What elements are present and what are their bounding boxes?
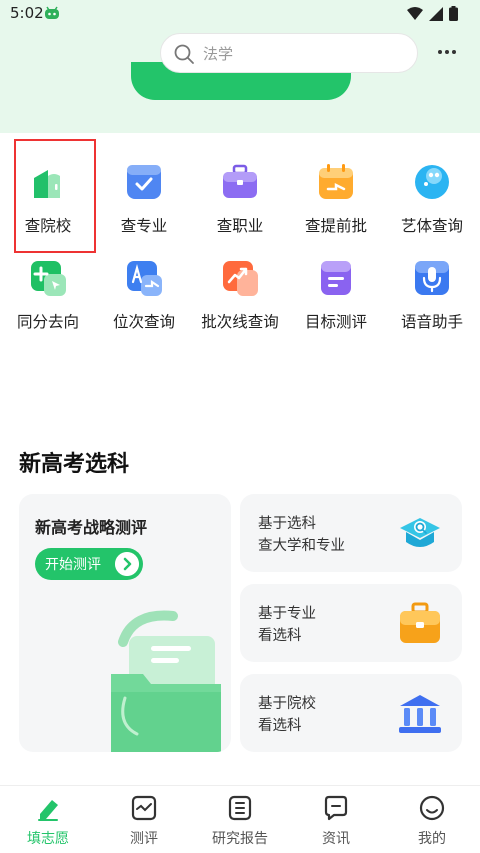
grid-item-same-score[interactable]: 同分去向 [0,248,96,344]
pencil-icon [38,800,58,821]
side-card-line1: 基于院校 [258,696,316,712]
tab-label: 资讯 [322,831,350,847]
side-card-line2: 看选科 [258,628,302,644]
side-card-line1: 基于选科 [258,516,316,532]
microphone-icon [415,261,449,295]
bottom-tab-bar: 填志愿 测评 研究报告 资讯 我的 [0,785,480,853]
section-title: 新高考选科 [19,452,130,477]
message-icon [324,795,348,821]
start-eval-label: 开始测评 [45,557,101,573]
status-bar: 5:02 [0,0,480,28]
grid-label: 目标测评 [304,313,367,331]
side-card-major[interactable]: 基于专业 看选科 [240,584,462,662]
chart-monitor-icon [131,795,157,821]
status-time: 5:02 [10,4,44,22]
side-card-college[interactable]: 基于院校 看选科 [240,674,462,752]
tab-label: 我的 [418,831,446,847]
rank-query-icon [127,261,162,296]
briefcase-icon [400,602,440,643]
tab-label: 测评 [130,831,158,847]
tab-label: 填志愿 [27,831,69,847]
folder-illustration [111,610,221,752]
battery-icon [449,6,458,21]
grid-item-target-eval[interactable]: 目标测评 [288,248,384,344]
side-card-line2: 查大学和专业 [258,538,345,554]
search-placeholder: 法学 [203,45,234,63]
grid-item-rank-query[interactable]: 位次查询 [96,248,192,344]
side-card-subject[interactable]: 基于选科 查大学和专业 [240,494,462,572]
briefcase-icon [223,164,257,198]
status-icons [407,6,458,21]
signal-icon [429,6,443,21]
strategy-card[interactable]: 新高考战略测评 开始测评 [19,494,231,752]
grid-item-art-sports[interactable]: 艺体查询 [384,152,480,248]
android-notification-icon [45,6,59,19]
grid-label: 查专业 [120,217,168,235]
side-card-line1: 基于专业 [258,606,316,622]
grid-label: 同分去向 [16,313,79,331]
grid-item-voice-assistant[interactable]: 语音助手 [384,248,480,344]
grid-label: 艺体查询 [400,217,463,235]
major-icon [127,165,161,199]
grid-label: 查职业 [216,217,264,235]
graduation-search-icon [400,518,440,547]
strategy-card-title: 新高考战略测评 [35,518,148,537]
grid-label: 位次查询 [112,313,175,331]
report-icon [228,795,252,821]
tab-profile[interactable]: 我的 [384,786,480,853]
tab-label: 研究报告 [212,831,268,847]
grid-item-early-batch[interactable]: 查提前批 [288,152,384,248]
trend-up-icon [223,261,258,296]
tab-research-report[interactable]: 研究报告 [192,786,288,853]
institution-building-icon [399,695,441,733]
same-score-icon [31,261,66,296]
search-icon [174,44,194,64]
calendar-icon [319,164,353,199]
start-eval-button[interactable]: 开始测评 [35,548,143,580]
grid-label: 批次线查询 [201,313,279,331]
smile-face-icon [419,795,445,821]
chevron-right-icon [115,552,139,576]
grid-item-major[interactable]: 查专业 [96,152,192,248]
side-card-line2: 看选科 [258,718,302,734]
clipboard-icon [321,261,351,295]
more-menu-icon[interactable] [438,50,456,54]
wifi-icon [407,6,423,20]
search-input[interactable]: 法学 [160,33,418,73]
grid-item-career[interactable]: 查职业 [192,152,288,248]
grid-label: 语音助手 [400,313,463,331]
highlight-box [14,139,96,253]
tab-news[interactable]: 资讯 [288,786,384,853]
tab-fill-application[interactable]: 填志愿 [0,786,96,853]
art-palette-icon [415,165,449,199]
tab-evaluation[interactable]: 测评 [96,786,192,853]
grid-label: 查提前批 [304,217,367,235]
grid-item-batch-line[interactable]: 批次线查询 [192,248,288,344]
